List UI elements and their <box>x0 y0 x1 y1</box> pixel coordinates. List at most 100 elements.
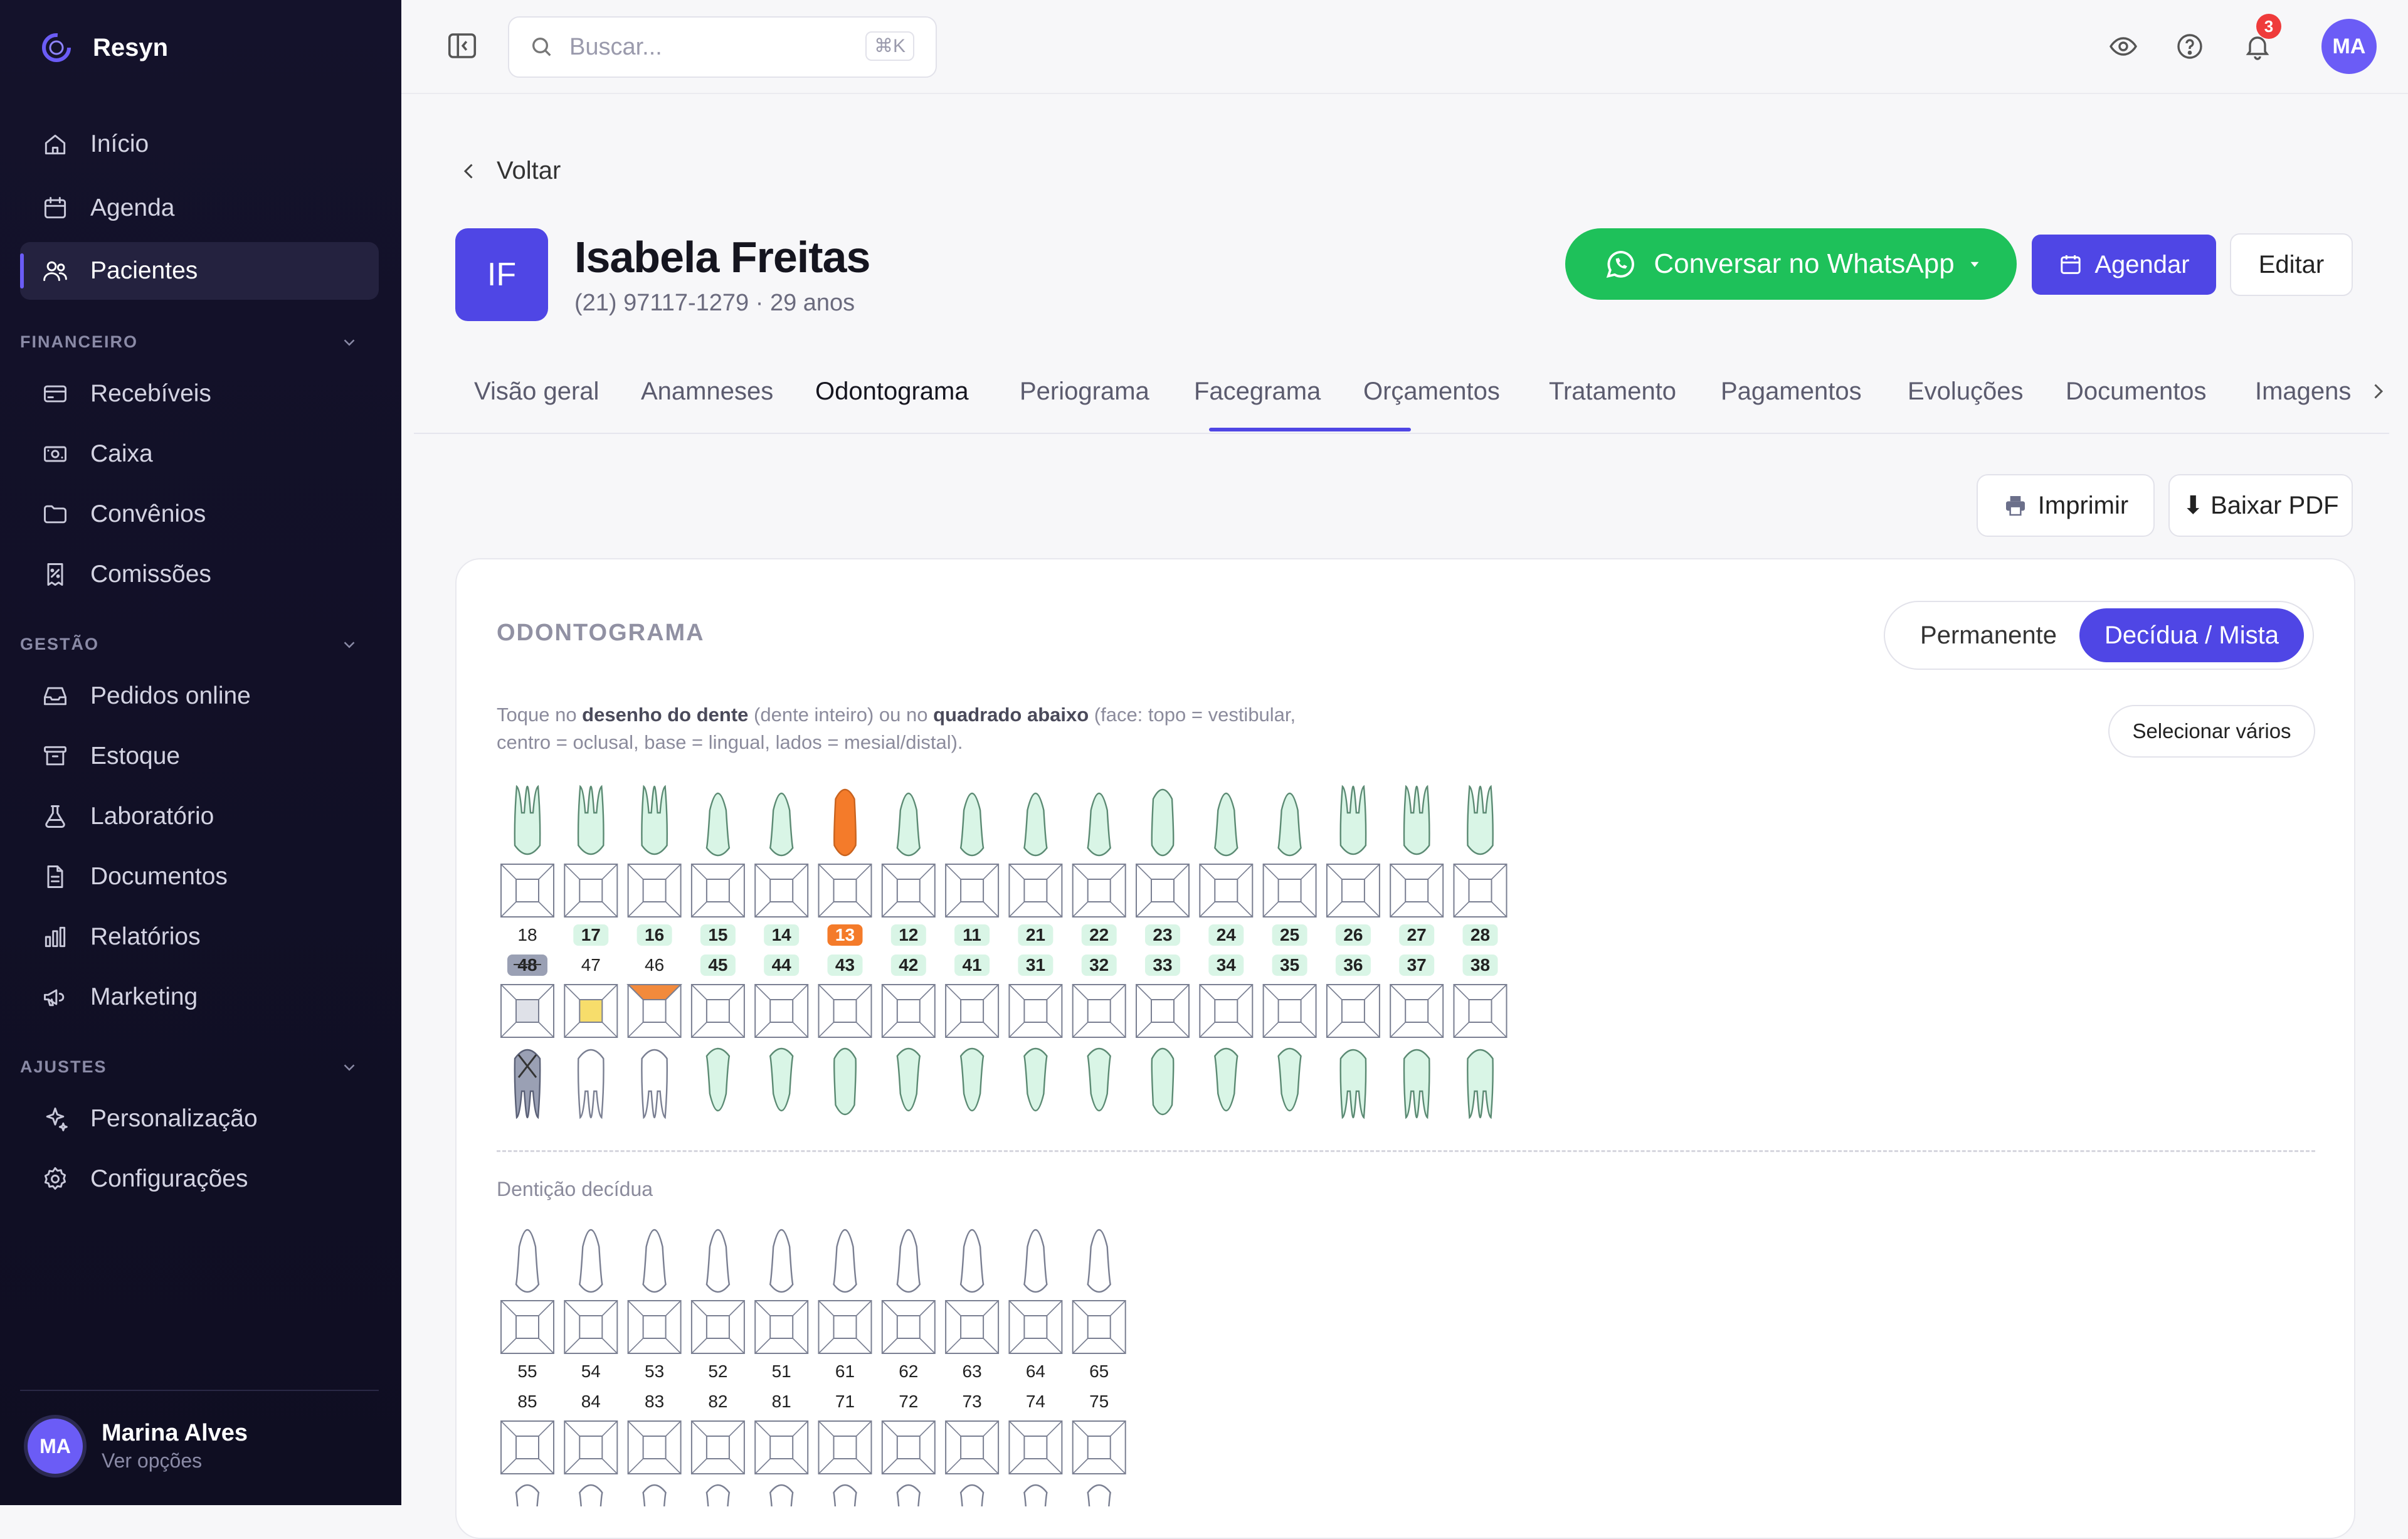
tab-anamneses[interactable]: Anamneses <box>641 378 773 406</box>
tooth-faces-36[interactable] <box>1326 984 1380 1038</box>
sidebar-item-estoque[interactable]: Estoque <box>20 727 379 785</box>
tooth-12[interactable] <box>896 792 921 857</box>
tooth-faces-41[interactable] <box>945 984 1000 1038</box>
tooth-faces-14[interactable] <box>754 864 809 918</box>
tooth-33[interactable] <box>1151 1047 1175 1116</box>
tooth-number-47[interactable]: 47 <box>581 955 601 975</box>
tooth-number-22[interactable]: 22 <box>1081 924 1117 946</box>
tooth-faces-27[interactable] <box>1390 864 1444 918</box>
sidebar-item-documentos[interactable]: Documentos <box>20 848 379 906</box>
account-avatar[interactable]: MA <box>2321 19 2377 74</box>
tooth-24[interactable] <box>1214 792 1238 857</box>
tooth-faces-37[interactable] <box>1390 984 1444 1038</box>
tooth-81[interactable] <box>769 1484 794 1506</box>
tooth-15[interactable] <box>705 792 731 857</box>
tab-pagamentos[interactable]: Pagamentos <box>1721 378 1862 406</box>
tab-tratamento[interactable]: Tratamento <box>1549 378 1676 406</box>
tooth-54[interactable] <box>579 1229 603 1293</box>
tooth-42[interactable] <box>896 1047 921 1112</box>
tooth-number-32[interactable]: 32 <box>1081 955 1117 976</box>
tooth-faces-23[interactable] <box>1136 864 1190 918</box>
tooth-43[interactable] <box>833 1047 857 1116</box>
tooth-faces-34[interactable] <box>1199 984 1254 1038</box>
tooth-faces-25[interactable] <box>1262 864 1317 918</box>
tooth-faces-55[interactable] <box>500 1300 554 1354</box>
tooth-number-51[interactable]: 51 <box>772 1362 791 1381</box>
tooth-85[interactable] <box>515 1484 540 1506</box>
tooth-27[interactable] <box>1403 785 1430 855</box>
tooth-faces-63[interactable] <box>945 1300 1000 1354</box>
tooth-number-41[interactable]: 41 <box>954 955 990 976</box>
tooth-faces-11[interactable] <box>945 864 1000 918</box>
back-link[interactable]: Voltar <box>458 157 561 185</box>
tooth-faces-16[interactable] <box>627 864 682 918</box>
tooth-number-38[interactable]: 38 <box>1462 955 1498 976</box>
tooth-number-82[interactable]: 82 <box>708 1392 727 1411</box>
tooth-faces-74[interactable] <box>1008 1420 1063 1474</box>
tooth-number-44[interactable]: 44 <box>764 955 800 976</box>
tooth-number-83[interactable]: 83 <box>645 1392 664 1411</box>
tooth-faces-62[interactable] <box>881 1300 936 1354</box>
tooth-71[interactable] <box>833 1484 857 1506</box>
tooth-26[interactable] <box>1339 785 1367 855</box>
whatsapp-button[interactable]: Conversar no WhatsApp <box>1565 228 2017 300</box>
tooth-faces-85[interactable] <box>500 1420 554 1474</box>
tooth-38[interactable] <box>1467 1049 1494 1119</box>
tooth-faces-81[interactable] <box>754 1420 809 1474</box>
tooth-number-43[interactable]: 43 <box>827 955 863 976</box>
sidebar-toggle-icon[interactable] <box>445 29 479 63</box>
schedule-button[interactable]: Agendar <box>2032 235 2216 295</box>
brand[interactable]: Resyn <box>39 30 168 65</box>
tooth-number-81[interactable]: 81 <box>772 1392 791 1411</box>
tooth-number-12[interactable]: 12 <box>890 924 926 946</box>
tooth-37[interactable] <box>1403 1049 1430 1119</box>
tooth-51[interactable] <box>769 1229 794 1293</box>
tooth-faces-31[interactable] <box>1008 984 1063 1038</box>
sidebar-item-personalizacao[interactable]: Personalização <box>20 1090 379 1148</box>
edit-button[interactable]: Editar <box>2230 233 2353 296</box>
tooth-faces-28[interactable] <box>1453 864 1508 918</box>
sidebar-item-laboratorio[interactable]: Laboratório <box>20 788 379 845</box>
tooth-47[interactable] <box>577 1049 605 1119</box>
tooth-84[interactable] <box>579 1484 603 1506</box>
tooth-53[interactable] <box>642 1229 667 1293</box>
tooth-number-34[interactable]: 34 <box>1208 955 1244 976</box>
tooth-faces-48[interactable] <box>500 984 554 1038</box>
tooth-faces-75[interactable] <box>1072 1420 1126 1474</box>
tooth-number-26[interactable]: 26 <box>1335 924 1371 946</box>
tooth-faces-42[interactable] <box>881 984 936 1038</box>
sidebar-item-comissoes[interactable]: Comissões <box>20 546 379 603</box>
tooth-number-74[interactable]: 74 <box>1026 1392 1045 1411</box>
tooth-number-42[interactable]: 42 <box>890 955 926 976</box>
tooth-faces-13[interactable] <box>818 864 872 918</box>
tooth-28[interactable] <box>1467 785 1494 855</box>
tooth-number-52[interactable]: 52 <box>708 1362 727 1381</box>
tooth-number-84[interactable]: 84 <box>581 1392 601 1411</box>
sidebar-item-pedidos-online[interactable]: Pedidos online <box>20 667 379 725</box>
privacy-toggle-button[interactable] <box>2104 28 2142 65</box>
tooth-faces-51[interactable] <box>754 1300 809 1354</box>
tooth-number-24[interactable]: 24 <box>1208 924 1244 946</box>
sidebar-item-recebiveis[interactable]: Recebíveis <box>20 365 379 423</box>
tooth-faces-54[interactable] <box>564 1300 618 1354</box>
print-button[interactable]: Imprimir <box>1977 474 2155 537</box>
tooth-46[interactable] <box>641 1049 668 1119</box>
tooth-number-17[interactable]: 17 <box>573 924 609 946</box>
tooth-44[interactable] <box>769 1047 794 1112</box>
help-button[interactable] <box>2171 28 2209 65</box>
tooth-number-53[interactable]: 53 <box>645 1362 664 1381</box>
tooth-number-63[interactable]: 63 <box>963 1362 982 1381</box>
tooth-63[interactable] <box>959 1229 985 1293</box>
tooth-faces-64[interactable] <box>1008 1300 1063 1354</box>
tooth-number-36[interactable]: 36 <box>1335 955 1371 976</box>
sidebar-item-marketing[interactable]: Marketing <box>20 968 379 1026</box>
tooth-faces-45[interactable] <box>690 984 745 1038</box>
tooth-faces-15[interactable] <box>690 864 745 918</box>
tooth-number-72[interactable]: 72 <box>899 1392 918 1411</box>
tooth-number-31[interactable]: 31 <box>1018 955 1054 976</box>
tooth-faces-83[interactable] <box>627 1420 682 1474</box>
tooth-number-13[interactable]: 13 <box>827 924 863 946</box>
tab-facegrama[interactable]: Facegrama <box>1194 378 1321 406</box>
tooth-number-18[interactable]: 18 <box>517 925 537 944</box>
tooth-23[interactable] <box>1151 788 1175 857</box>
